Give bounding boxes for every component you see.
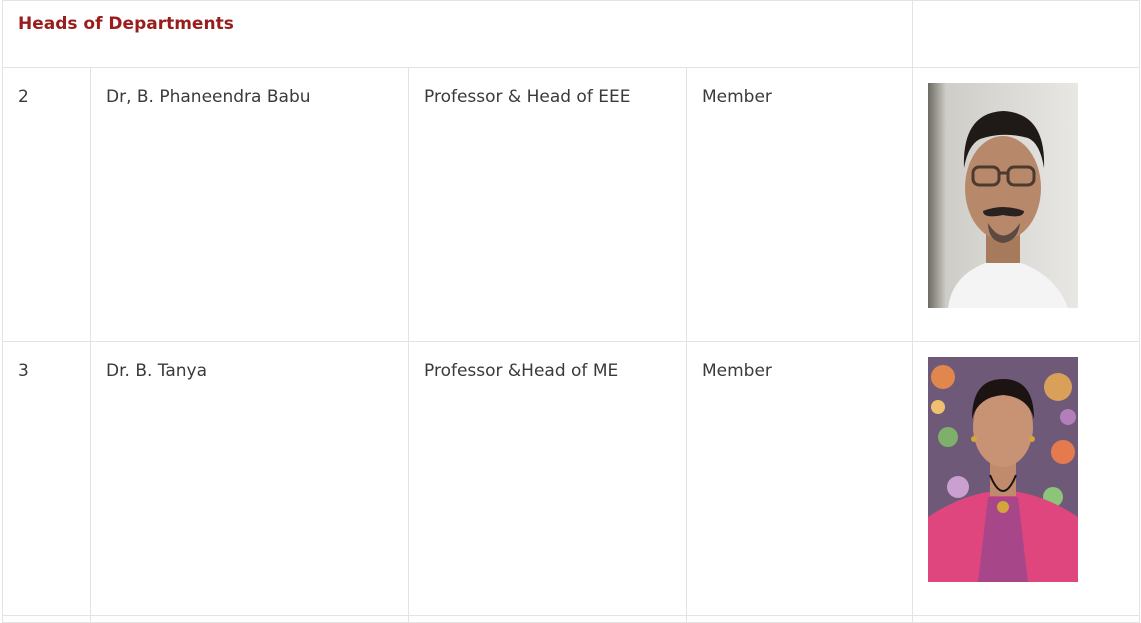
committee-table: Heads of Departments 2 Dr, B. Phaneendra… <box>2 0 1140 623</box>
photo-cell <box>912 67 1140 342</box>
section-header-row: Heads of Departments <box>2 0 1140 68</box>
portrait-man-icon <box>928 83 1078 308</box>
portrait-woman-icon <box>928 357 1078 582</box>
serial-number: 2 <box>2 67 91 342</box>
member-designation: Professor & Head of EEE <box>408 67 687 342</box>
member-role: Member <box>686 341 913 616</box>
section-title: Heads of Departments <box>2 0 913 68</box>
serial-number: 3 <box>2 341 91 616</box>
table-row: 2 Dr, B. Phaneendra Babu Professor & Hea… <box>2 67 1140 342</box>
member-name: Dr, B. Phaneendra Babu <box>90 67 409 342</box>
member-designation: Professor &Head of ME <box>408 341 687 616</box>
photo-cell <box>912 341 1140 616</box>
table-row: 3 Dr. B. Tanya Professor &Head of ME Mem… <box>2 341 1140 616</box>
table-row-partial <box>2 615 1140 623</box>
member-name: Dr. B. Tanya <box>90 341 409 616</box>
section-header-empty-cell <box>912 0 1140 68</box>
member-role: Member <box>686 67 913 342</box>
